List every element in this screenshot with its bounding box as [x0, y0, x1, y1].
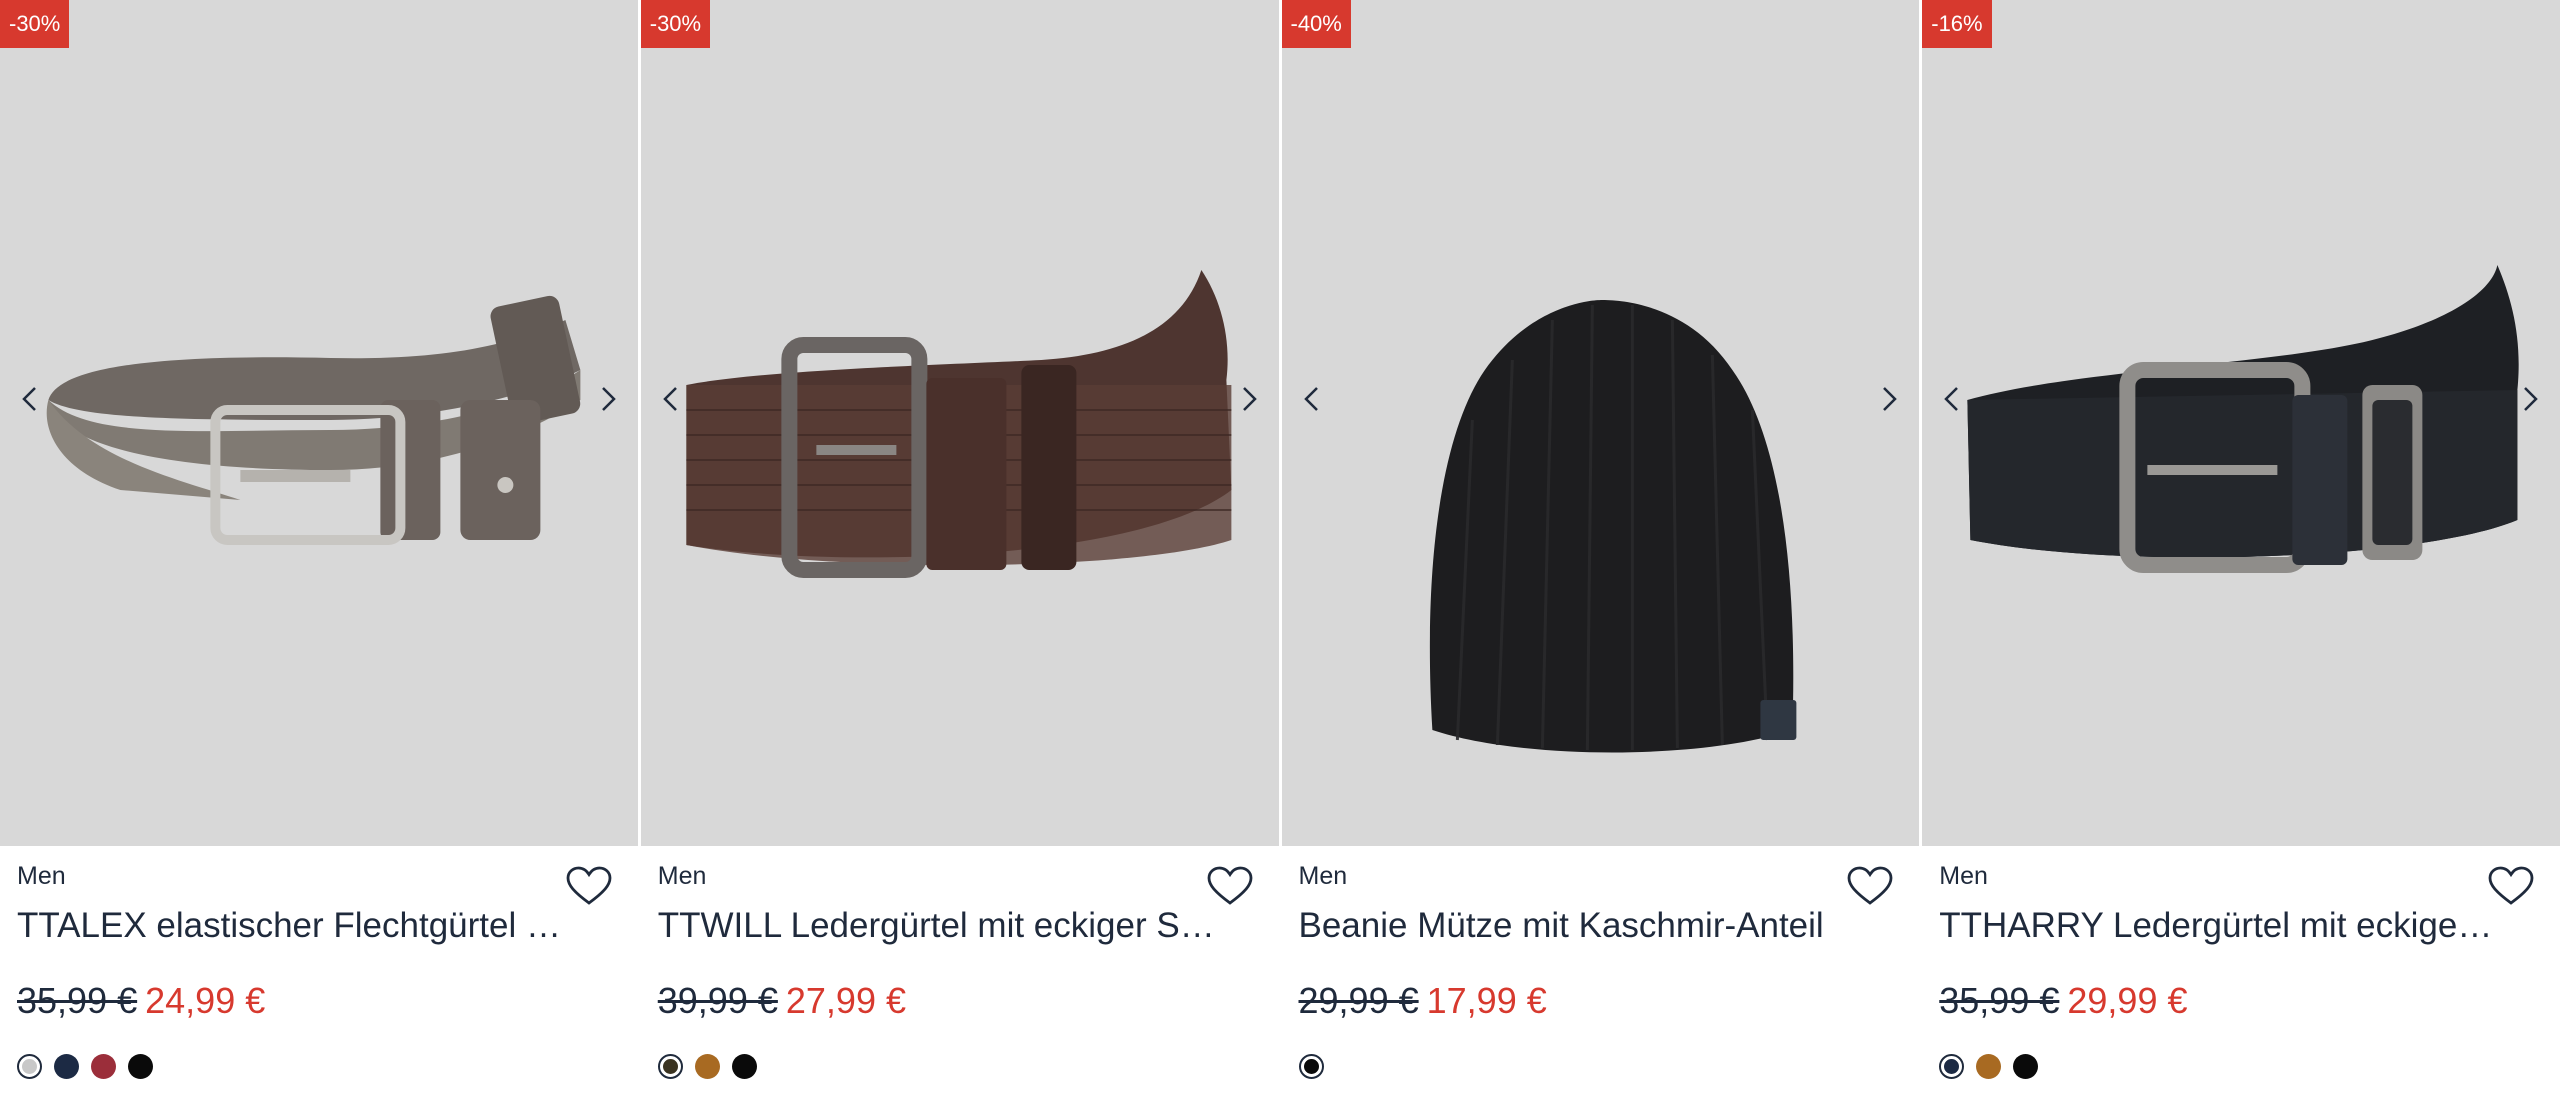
product-title[interactable]: TTWILL Ledergürtel mit eckiger Schnalle: [658, 906, 1219, 946]
chevron-left-icon: [1303, 387, 1318, 411]
wishlist-button[interactable]: [2488, 866, 2534, 906]
product-image-black-beanie: [1429, 300, 1796, 753]
color-swatch[interactable]: [694, 1054, 720, 1079]
color-swatch[interactable]: [657, 1054, 683, 1079]
chevron-left-icon: [1944, 387, 1959, 411]
product-category: Men: [1939, 862, 1988, 890]
discount-badge: -40%: [1281, 0, 1351, 48]
product-title[interactable]: TTALEX elastischer Flechtgürtel mit Lede…: [17, 906, 578, 946]
heart-icon: [1847, 866, 1893, 905]
chevron-left-icon: [22, 387, 36, 411]
product-title[interactable]: Beanie Mütze mit Kaschmir-Anteil: [1299, 906, 1860, 946]
product-image-area[interactable]: -16%: [1922, 0, 2560, 846]
color-swatches: [17, 1054, 153, 1079]
carousel-next-button[interactable]: [1875, 384, 1905, 414]
color-swatch[interactable]: [1976, 1054, 2002, 1079]
product-info: Men TTALEX elastischer Flechtgürtel mit …: [0, 846, 638, 1119]
product-category: Men: [17, 862, 66, 890]
product-image-area[interactable]: -40%: [1281, 0, 1920, 846]
carousel-prev-button[interactable]: [655, 384, 685, 414]
discount-badge: -30%: [640, 0, 711, 48]
price-row: 29,99 €17,99 €: [1299, 980, 1547, 1022]
color-swatch[interactable]: [1298, 1054, 1324, 1079]
product-image-brown-leather-belt: [686, 270, 1232, 578]
color-swatch[interactable]: [1939, 1054, 1965, 1079]
product-image-black-leather-belt: [1967, 265, 2519, 573]
wishlist-button[interactable]: [566, 866, 612, 906]
product-info: Men Beanie Mütze mit Kaschmir-Anteil 29,…: [1282, 846, 1920, 1119]
chevron-right-icon: [2524, 387, 2538, 411]
color-swatches: [1298, 1054, 1324, 1079]
old-price: 35,99 €: [1939, 980, 2060, 1021]
color-swatch[interactable]: [91, 1054, 116, 1079]
product-category: Men: [657, 862, 707, 890]
chevron-right-icon: [1883, 387, 1898, 411]
heart-icon: [2488, 866, 2534, 905]
carousel-next-button[interactable]: [2516, 384, 2546, 414]
product-grid: -30% Men TTALEX elastischer Flechtgürtel…: [0, 0, 2560, 1119]
color-swatch[interactable]: [128, 1054, 153, 1079]
price-row: 35,99 €24,99 €: [17, 980, 265, 1022]
wishlist-button[interactable]: [1847, 866, 1893, 906]
product-card[interactable]: -30% Men TTALEX elastischer Flechtgürtel…: [0, 0, 638, 1119]
product-info: Men TTWILL Ledergürtel mit eckiger Schna…: [641, 846, 1279, 1119]
sale-price: 27,99 €: [785, 980, 906, 1021]
sale-price: 24,99 €: [145, 980, 266, 1021]
carousel-prev-button[interactable]: [1936, 384, 1966, 414]
old-price: 35,99 €: [17, 980, 138, 1021]
wishlist-button[interactable]: [1207, 866, 1253, 906]
price-row: 39,99 €27,99 €: [658, 980, 906, 1022]
sale-price: 29,99 €: [2067, 980, 2188, 1021]
product-card[interactable]: -40% Men Beanie Mütze mit Kaschmir-Antei…: [1281, 0, 1920, 1119]
carousel-prev-button[interactable]: [1296, 384, 1326, 414]
price-row: 35,99 €29,99 €: [1939, 980, 2187, 1022]
old-price: 29,99 €: [1298, 980, 1419, 1021]
carousel-prev-button[interactable]: [14, 384, 44, 414]
color-swatches: [657, 1054, 757, 1079]
discount-badge: -16%: [1922, 0, 1992, 48]
chevron-right-icon: [1242, 387, 1257, 411]
color-swatch[interactable]: [2013, 1054, 2039, 1079]
heart-icon: [1207, 866, 1252, 905]
color-swatches: [1939, 1054, 2039, 1079]
discount-badge: -30%: [0, 0, 70, 48]
sale-price: 17,99 €: [1426, 980, 1547, 1021]
product-image-area[interactable]: -30%: [0, 0, 638, 846]
product-image-area[interactable]: -30%: [640, 0, 1279, 846]
chevron-right-icon: [601, 387, 616, 411]
carousel-next-button[interactable]: [594, 384, 624, 414]
carousel-next-button[interactable]: [1235, 384, 1265, 414]
color-swatch[interactable]: [731, 1054, 757, 1079]
chevron-left-icon: [662, 387, 677, 411]
product-card[interactable]: -16% Men TTHARRY Ledergürtel mit eckiger…: [1922, 0, 2560, 1119]
product-info: Men TTHARRY Ledergürtel mit eckiger Schn…: [1922, 846, 2560, 1119]
product-card[interactable]: -30% Men TTWILL Ledergürtel mit eckiger …: [640, 0, 1279, 1119]
color-swatch[interactable]: [17, 1054, 42, 1079]
product-title[interactable]: TTHARRY Ledergürtel mit eckiger Schnalle: [1939, 906, 2500, 946]
product-category: Men: [1298, 862, 1348, 890]
product-image-grey-braided-belt: [46, 295, 581, 545]
color-swatch[interactable]: [54, 1054, 79, 1079]
old-price: 39,99 €: [657, 980, 778, 1021]
heart-icon: [566, 866, 612, 905]
